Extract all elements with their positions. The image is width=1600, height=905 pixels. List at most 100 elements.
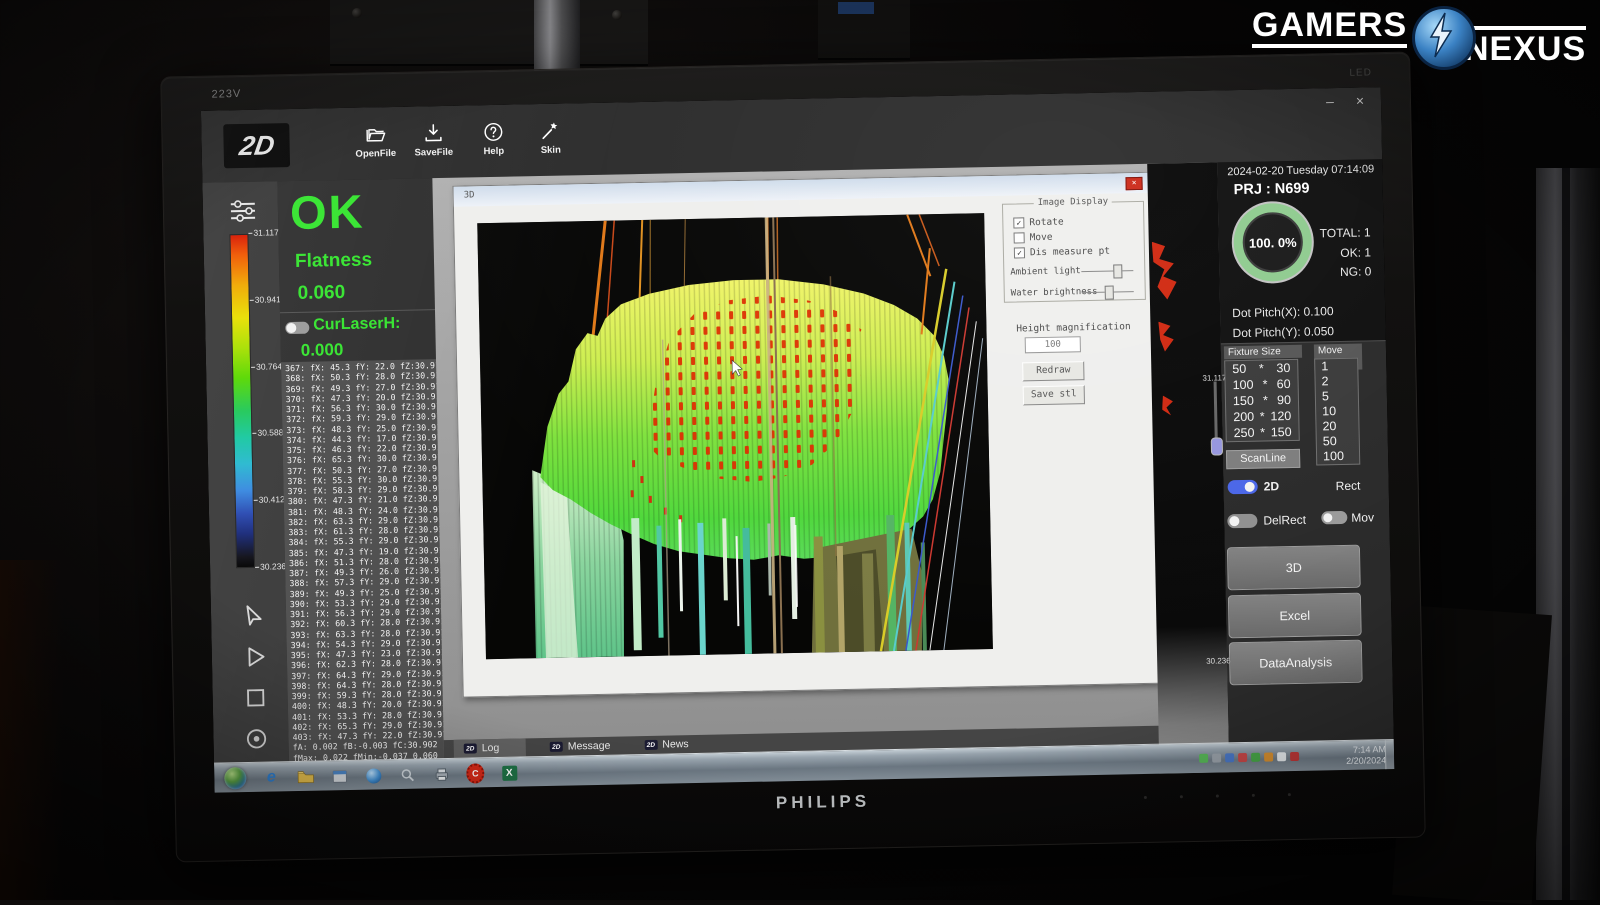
- move-step-value[interactable]: 5: [1316, 389, 1358, 405]
- fixture-separator: *: [1259, 361, 1264, 377]
- skin-button[interactable]: Skin: [521, 119, 580, 170]
- move-step-value[interactable]: 1: [1315, 359, 1357, 375]
- ambient-light-thumb[interactable]: [1113, 264, 1122, 278]
- viewer-close-button[interactable]: ×: [1125, 177, 1142, 190]
- height-magnification-input[interactable]: [1025, 336, 1081, 353]
- rotate-checkbox-row[interactable]: ✓ Rotate: [1013, 217, 1064, 229]
- media-app-icon[interactable]: [330, 767, 348, 785]
- open-file-button[interactable]: OpenFile: [346, 123, 405, 174]
- tab-news[interactable]: 2D News: [634, 735, 699, 754]
- system-tray[interactable]: [1199, 752, 1299, 763]
- magnifier-icon[interactable]: [398, 766, 416, 784]
- dis-measure-checkbox[interactable]: ✓: [1014, 247, 1025, 258]
- aluminum-extrusion: [1536, 168, 1600, 900]
- dis-measure-checkbox-row[interactable]: ✓ Dis measure pt: [1014, 246, 1110, 259]
- skin-label: Skin: [541, 145, 561, 156]
- scanline-button[interactable]: ScanLine: [1226, 449, 1300, 469]
- move-step-value[interactable]: 2: [1315, 374, 1357, 390]
- move-step-list[interactable]: 125102050100: [1314, 358, 1360, 466]
- 2d-toggle-label: 2D: [1264, 479, 1280, 493]
- fixture-size-row[interactable]: 150 * 90: [1226, 392, 1298, 409]
- download-icon: [422, 122, 444, 144]
- move-step-value[interactable]: 10: [1316, 404, 1358, 420]
- close-button[interactable]: ×: [1349, 91, 1371, 109]
- fixture-size-list[interactable]: 50 * 30 100 * 60 150 *: [1224, 359, 1300, 442]
- left-tool-strip: 31.11730.94130.76430.58830.41230.236: [202, 181, 290, 792]
- tray-safely-remove-icon[interactable]: [1290, 752, 1299, 761]
- fixture-separator: *: [1260, 425, 1265, 441]
- height-range-thumb[interactable]: [1211, 437, 1223, 455]
- tab-log-label: Log: [482, 742, 500, 754]
- colorbar-tick-label: 30.588: [252, 428, 283, 439]
- printer-icon[interactable]: [432, 765, 450, 783]
- internet-explorer-icon[interactable]: e: [262, 768, 280, 786]
- save-file-label: SaveFile: [414, 147, 453, 159]
- ambient-light-slider[interactable]: [1081, 270, 1133, 272]
- scanner-gear-icon[interactable]: C: [466, 764, 484, 782]
- run-scan-button[interactable]: [242, 644, 269, 671]
- tray-antivirus-icon[interactable]: [1251, 753, 1260, 762]
- redraw-button[interactable]: Redraw: [1022, 361, 1084, 381]
- tray-volume-mute-icon[interactable]: [1238, 753, 1247, 762]
- tray-network-icon[interactable]: [1225, 753, 1234, 762]
- divider: [280, 309, 435, 313]
- tab-message[interactable]: 2D Message: [540, 737, 621, 757]
- tray-alert-icon[interactable]: [1264, 752, 1273, 761]
- mov-toggle[interactable]: [1321, 511, 1347, 525]
- move-step-value[interactable]: 20: [1316, 419, 1358, 435]
- folder-icon[interactable]: [296, 768, 314, 786]
- app-mini-logo-icon: 2D: [550, 742, 563, 752]
- water-brightness-slider[interactable]: [1082, 291, 1134, 293]
- excel-button[interactable]: Excel: [1228, 593, 1362, 639]
- slider-bottom-label: 30.236: [1206, 656, 1231, 665]
- project-id: PRJ : N699: [1234, 181, 1310, 199]
- start-button[interactable]: [224, 767, 246, 789]
- cur-laser-value: 0.000: [301, 340, 344, 361]
- tab-log[interactable]: 2D Log: [454, 738, 526, 757]
- display-settings-button[interactable]: [227, 198, 260, 225]
- ng-count: NG: 0: [1307, 262, 1371, 283]
- fixture-width: 200: [1233, 409, 1254, 425]
- measurement-log-list[interactable]: 367: fX: 45.3 fY: 22.0 fZ:30.912368: fX:…: [281, 359, 444, 764]
- fixture-size-row[interactable]: 250 * 150: [1226, 424, 1298, 441]
- target-tool-button[interactable]: [243, 726, 270, 753]
- fixture-size-row[interactable]: 200 * 120: [1226, 408, 1298, 425]
- fixture-width: 100: [1232, 377, 1253, 393]
- 3d-button[interactable]: 3D: [1227, 545, 1361, 591]
- move-checkbox[interactable]: [1014, 232, 1025, 243]
- fixture-height: 30: [1276, 360, 1290, 376]
- result-status: OK: [289, 184, 365, 240]
- fixture-size-row[interactable]: 50 * 30: [1225, 360, 1297, 377]
- browser-sphere-icon[interactable]: [364, 766, 382, 784]
- minimize-button[interactable]: –: [1319, 92, 1341, 110]
- rotate-checkbox[interactable]: ✓: [1013, 217, 1024, 228]
- help-label: Help: [483, 146, 504, 157]
- excel-icon[interactable]: X: [500, 764, 518, 782]
- nexus-wordmark: NEXUS: [1464, 26, 1586, 66]
- tray-update-icon[interactable]: [1199, 754, 1208, 763]
- stop-scan-button[interactable]: [242, 685, 269, 712]
- pointer-tool-button[interactable]: [241, 602, 268, 629]
- taskbar-clock[interactable]: 7:14 AM 2/20/2024: [1304, 744, 1386, 767]
- 2d-toggle[interactable]: [1228, 480, 1258, 495]
- fixture-separator: *: [1260, 409, 1265, 425]
- move-step-value[interactable]: 100: [1317, 449, 1359, 465]
- save-stl-button[interactable]: Save stl: [1023, 385, 1085, 405]
- viewer-title: 3D: [464, 190, 475, 200]
- data-analysis-button[interactable]: DataAnalysis: [1229, 640, 1363, 686]
- show-desktop-button[interactable]: [1385, 740, 1395, 770]
- scan-3d-canvas[interactable]: [477, 213, 993, 659]
- cur-laser-toggle[interactable]: [285, 322, 309, 334]
- water-brightness-thumb[interactable]: [1105, 286, 1114, 300]
- osd-buttons[interactable]: [1144, 793, 1314, 800]
- move-step-value[interactable]: 50: [1317, 434, 1359, 450]
- move-checkbox-row[interactable]: Move: [1014, 232, 1053, 244]
- help-button[interactable]: Help: [464, 120, 523, 171]
- yield-gauge-value: 100. 0%: [1249, 234, 1297, 250]
- fixture-size-row[interactable]: 100 * 60: [1225, 376, 1297, 393]
- save-file-button[interactable]: SaveFile: [404, 122, 463, 173]
- delrect-toggle[interactable]: [1227, 514, 1257, 529]
- tray-message-icon[interactable]: [1212, 753, 1221, 762]
- move-label: Move: [1030, 232, 1053, 243]
- tray-speaker-icon[interactable]: [1277, 752, 1286, 761]
